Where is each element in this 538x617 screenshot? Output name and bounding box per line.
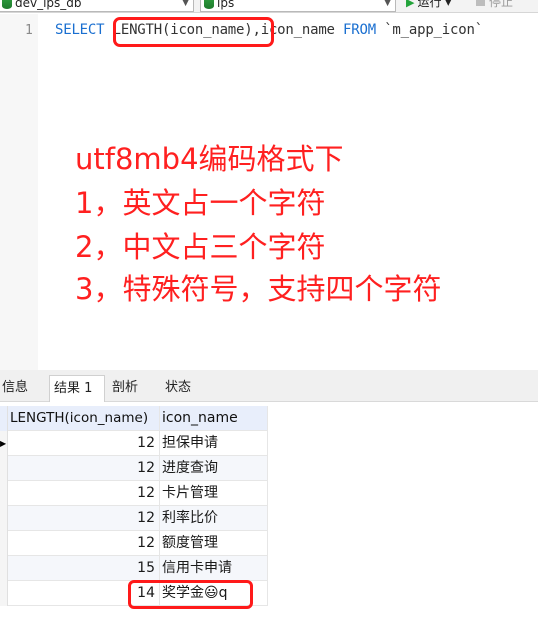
cell-icon-name[interactable]: 进度查询	[160, 456, 268, 481]
row-marker	[0, 406, 8, 431]
cell-length[interactable]: 12	[8, 431, 160, 456]
run-button[interactable]: ▶ 运行 ▾	[406, 0, 451, 11]
sql-keyword-from: FROM	[343, 22, 376, 38]
cell-icon-name[interactable]: 卡片管理	[160, 481, 268, 506]
tab-result-1[interactable]: 结果 1	[49, 375, 105, 402]
chevron-down-icon: ▼	[182, 0, 189, 8]
schema-select[interactable]: ips ▼	[200, 0, 396, 12]
cell-icon-name[interactable]: 信用卡申请	[160, 556, 268, 581]
row-marker	[0, 456, 8, 481]
tab-profile[interactable]: 剖析	[108, 375, 142, 402]
column-header-length[interactable]: LENGTH(icon_name)	[8, 406, 160, 431]
table-row[interactable]: 12 卡片管理	[0, 481, 268, 506]
cell-icon-name[interactable]: 利率比价	[160, 506, 268, 531]
line-number: 1	[25, 23, 33, 38]
table-row[interactable]: 15 信用卡申请	[0, 556, 268, 581]
sql-table: `m_app_icon`	[384, 22, 483, 38]
table-row[interactable]: 12 进度查询	[0, 456, 268, 481]
cell-length[interactable]: 12	[8, 506, 160, 531]
chevron-down-icon: ▼	[384, 0, 391, 8]
stop-button-label: 停止	[489, 0, 514, 9]
highlight-box-length-function	[113, 17, 274, 47]
sql-keyword-select: SELECT	[55, 22, 105, 38]
database-icon	[2, 0, 12, 9]
annotation-line-4: 3，特殊符号，支持四个字符	[75, 272, 442, 306]
annotation-line-3: 2，中文占三个字符	[75, 230, 326, 264]
play-icon: ▶	[406, 0, 415, 9]
current-row-icon: ▶	[0, 431, 8, 456]
table-row[interactable]: 12 利率比价	[0, 506, 268, 531]
result-tabs: 信息 结果 1 剖析 状态	[0, 370, 538, 402]
cell-length[interactable]: 12	[8, 481, 160, 506]
stop-icon	[476, 0, 485, 6]
toolbar: dev_ips_db ▼ ips ▼ ▶ 运行 ▾ 停止	[0, 0, 538, 13]
table-row[interactable]: ▶ 12 担保申请	[0, 431, 268, 456]
sql-editor[interactable]: 1 SELECT LENGTH(icon_name),icon_name FRO…	[0, 14, 538, 370]
annotation-line-2: 1，英文占一个字符	[75, 186, 326, 220]
schema-icon	[204, 0, 214, 9]
tab-info[interactable]: 信息	[0, 375, 32, 402]
table-row[interactable]: 12 额度管理	[0, 531, 268, 556]
schema-select-value: ips	[217, 0, 235, 10]
highlight-box-emoji-row	[128, 580, 253, 609]
cell-length[interactable]: 12	[8, 456, 160, 481]
database-select-value: dev_ips_db	[15, 0, 82, 10]
line-gutter	[0, 14, 38, 370]
database-select[interactable]: dev_ips_db ▼	[0, 0, 194, 12]
column-header-icon-name[interactable]: icon_name	[160, 406, 268, 431]
row-marker	[0, 531, 8, 556]
cell-length[interactable]: 12	[8, 531, 160, 556]
cell-icon-name[interactable]: 担保申请	[160, 431, 268, 456]
row-marker	[0, 581, 8, 606]
row-marker	[0, 506, 8, 531]
tab-status[interactable]: 状态	[161, 375, 195, 402]
annotation-line-1: utf8mb4编码格式下	[75, 142, 344, 176]
run-button-label: 运行	[417, 0, 442, 9]
stop-button[interactable]: 停止	[476, 0, 513, 10]
row-marker	[0, 481, 8, 506]
cell-length[interactable]: 15	[8, 556, 160, 581]
cell-icon-name[interactable]: 额度管理	[160, 531, 268, 556]
table-header-row: LENGTH(icon_name) icon_name	[0, 406, 268, 431]
row-marker	[0, 556, 8, 581]
